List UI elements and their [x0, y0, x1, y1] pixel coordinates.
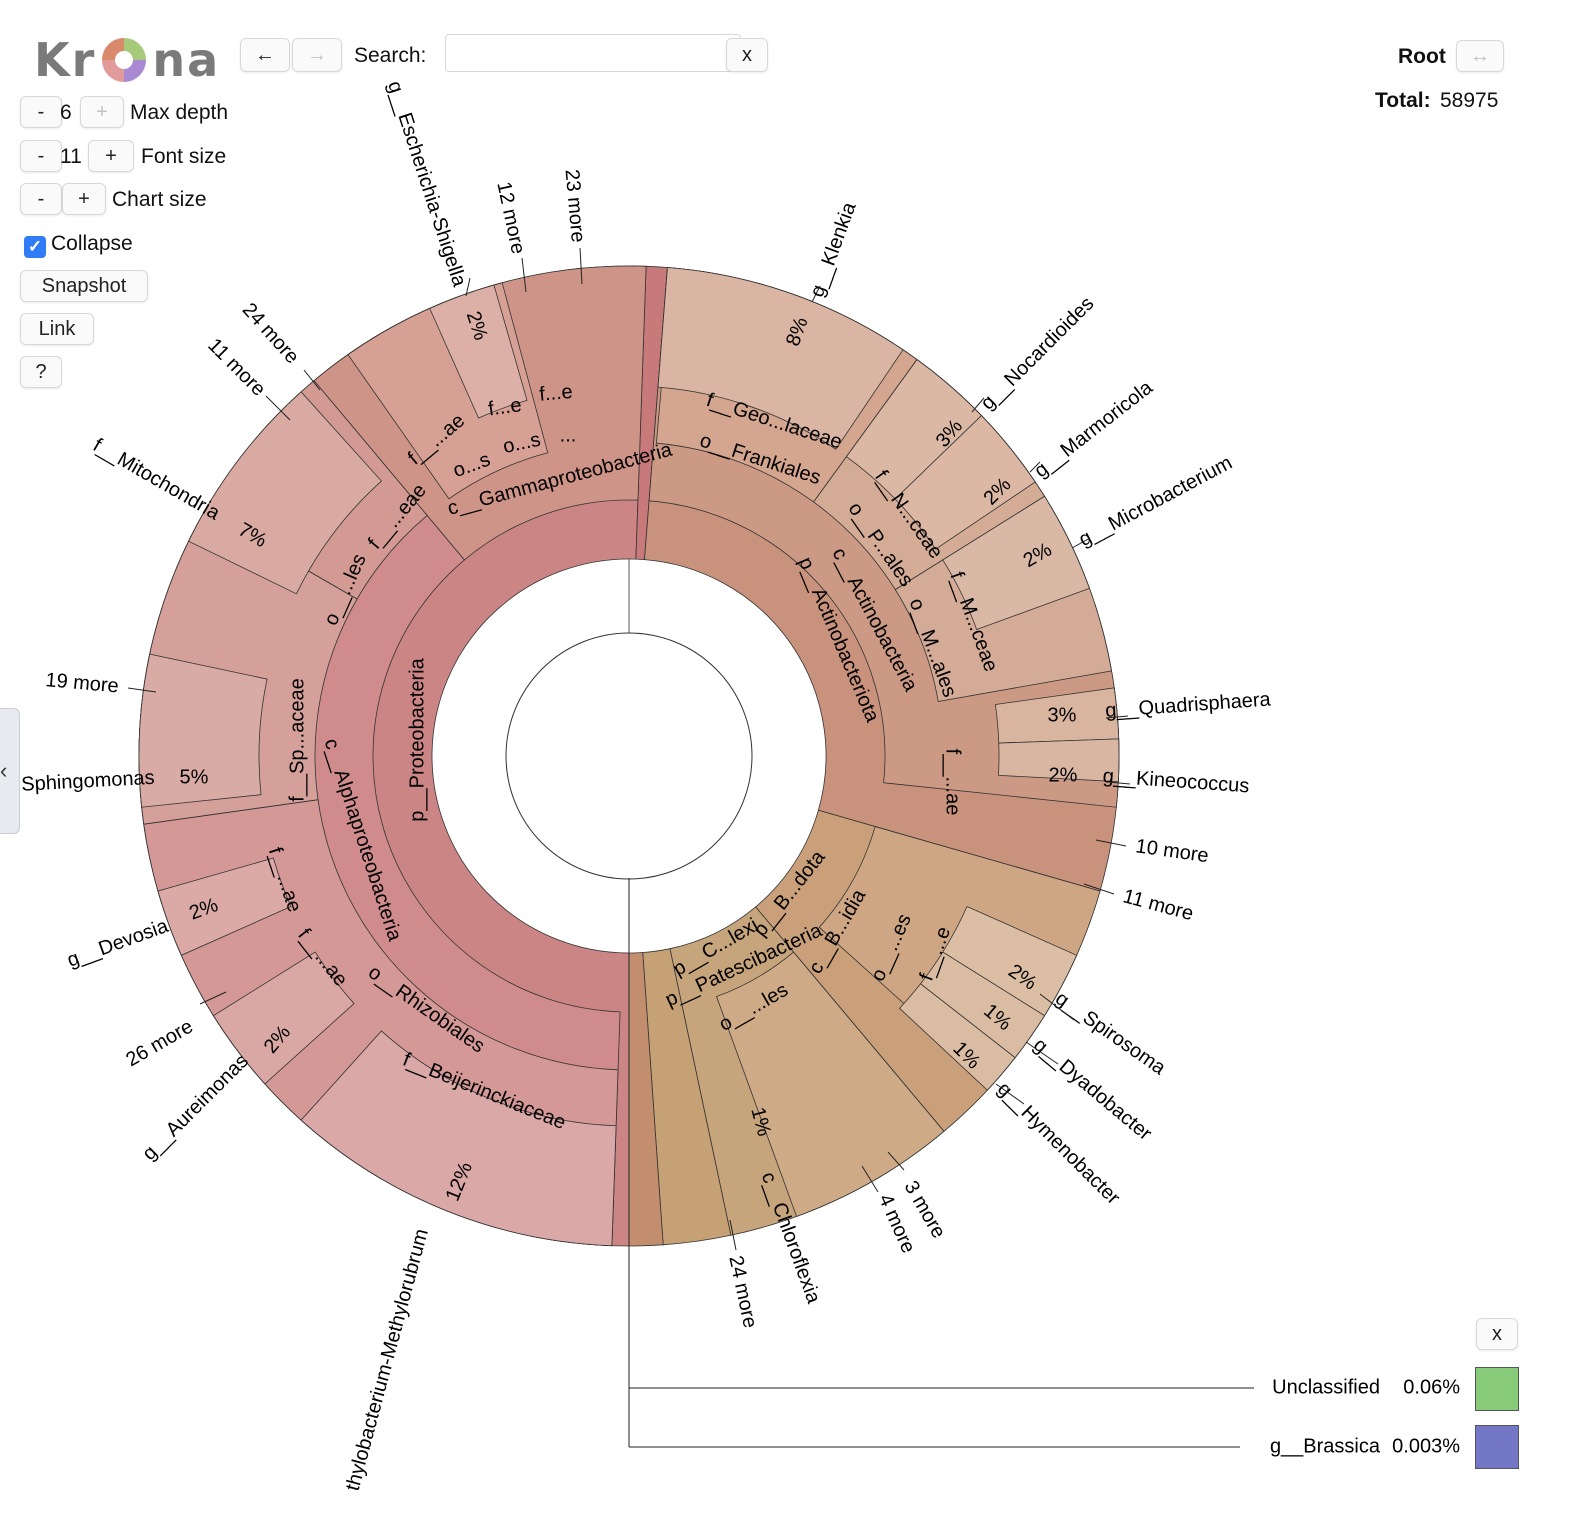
- label-more-12: 12 more: [492, 180, 529, 256]
- label-more-10: 10 more: [1134, 835, 1210, 867]
- label-fe2: f...e: [538, 381, 573, 406]
- center-root[interactable]: [505, 632, 753, 880]
- label-marmoricola: g__Marmoricola: [1030, 376, 1157, 482]
- label-kineococcus: g__Kineococcus: [1102, 765, 1250, 797]
- label-pct-kine: 2%: [1049, 764, 1078, 786]
- label-more-24a: 24 more: [238, 299, 303, 368]
- legend-percent-0: 0.06%: [1403, 1376, 1460, 1398]
- label-mitochondria: f__Mitochondria: [89, 434, 224, 525]
- label-nocardioides: g__Nocardioides: [977, 293, 1099, 415]
- label-klenkia: g__Klenkia: [806, 199, 861, 300]
- label-dots: ...: [560, 424, 577, 446]
- label-more-24b: 24 more: [724, 1254, 761, 1330]
- label-pct-quad: 3%: [1048, 704, 1077, 726]
- unclassified-swatch[interactable]: [1475, 1367, 1519, 1411]
- label-microbacterium: g__Microbacterium: [1075, 452, 1235, 551]
- label-quadrisphaera: g__Quadrisphaera: [1105, 688, 1273, 722]
- label-more-19: 19 more: [45, 669, 120, 697]
- legend-close-button[interactable]: x: [1476, 1318, 1518, 1350]
- legend-label-1: g__Brassica: [1270, 1435, 1381, 1457]
- label-fe1: f...e: [487, 394, 523, 420]
- legend-percent-1: 0.003%: [1392, 1435, 1460, 1457]
- label-sphingomonas: Sphingomonas: [21, 767, 155, 796]
- label-fae-act: f__...ae: [942, 749, 964, 816]
- label-devosia: g__Devosia: [64, 915, 172, 972]
- label-proteobacteria: p__Proteobacteria: [406, 657, 428, 821]
- label-escherichia: g__Escherichia-Shigella: [383, 78, 471, 290]
- krona-chart[interactable]: p__Proteobacteriap__Actinobacteriotac__G…: [0, 0, 1594, 1514]
- label-methylo: thylobacterium-Methylorubrum: [342, 1227, 433, 1494]
- label-spaceae: f__Sp...aceae: [286, 678, 308, 801]
- legend-label-0: Unclassified: [1272, 1376, 1380, 1398]
- label-more-23: 23 more: [561, 168, 589, 243]
- label-more-11b: 11 more: [1121, 885, 1196, 925]
- label-aureimonas: g__Aureimonas: [138, 1050, 253, 1165]
- label-pct-sphingo: 5%: [180, 766, 209, 788]
- brassica-swatch[interactable]: [1475, 1425, 1519, 1469]
- label-more-11a: 11 more: [203, 334, 269, 400]
- label-more-26: 26 more: [122, 1016, 197, 1072]
